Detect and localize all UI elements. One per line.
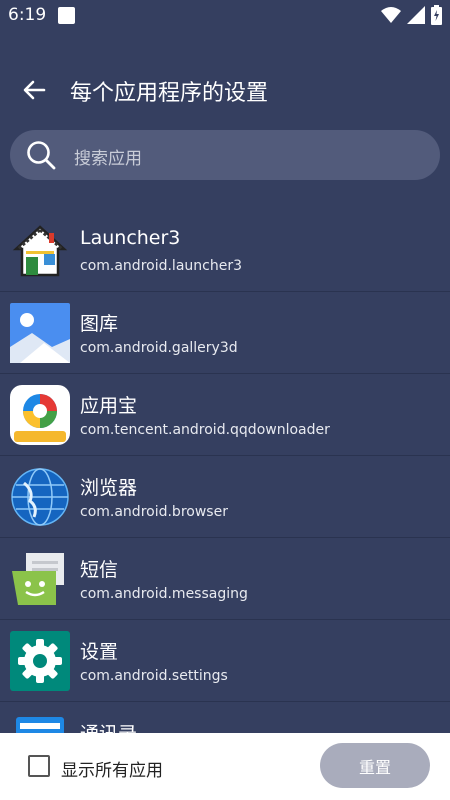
browser-globe-icon <box>11 468 69 526</box>
app-name: 设置 <box>80 641 119 663</box>
search-placeholder: 搜索应用 <box>74 149 142 169</box>
app-package: com.tencent.android.qqdownloader <box>80 422 330 438</box>
back-button[interactable] <box>18 74 50 106</box>
status-time: 6:19 <box>8 5 47 25</box>
app-row-browser[interactable]: 浏览器 com.android.browser <box>0 456 450 538</box>
app-row-messaging[interactable]: 短信 com.android.messaging <box>0 538 450 620</box>
app-package: com.android.gallery3d <box>80 340 238 356</box>
app-row-yingyongbao[interactable]: 应用宝 com.tencent.android.qqdownloader <box>0 374 450 456</box>
status-icons <box>381 5 442 25</box>
gallery-icon <box>10 303 70 363</box>
page-title: 每个应用程序的设置 <box>70 81 269 106</box>
app-row-launcher3[interactable]: Launcher3 com.android.launcher3 <box>0 210 450 292</box>
app-package: com.android.launcher3 <box>80 258 242 274</box>
app-package: com.android.settings <box>80 668 228 684</box>
app-name: 浏览器 <box>80 477 138 499</box>
arrow-back-icon <box>23 80 46 100</box>
search-input[interactable]: 搜索应用 <box>10 130 440 180</box>
app-package: com.android.messaging <box>80 586 248 602</box>
reset-button[interactable]: 重置 <box>320 743 430 788</box>
app-name: 短信 <box>80 559 119 581</box>
show-all-apps-label[interactable]: 显示所有应用 <box>61 756 163 781</box>
notification-icon <box>58 7 75 24</box>
app-package: com.android.browser <box>80 504 228 520</box>
status-bar: 6:19 <box>0 0 450 32</box>
app-name: Launcher3 <box>80 227 181 249</box>
contacts-icon <box>16 717 64 733</box>
app-name: 应用宝 <box>80 395 138 417</box>
wifi-icon <box>381 7 401 23</box>
app-store-icon <box>10 385 70 445</box>
app-name: 图库 <box>80 313 119 335</box>
cellular-signal-icon <box>407 6 425 24</box>
show-all-apps-checkbox[interactable] <box>28 755 50 777</box>
search-icon <box>27 141 56 170</box>
app-name: 通讯录 <box>80 719 137 733</box>
app-list[interactable]: Launcher3 com.android.launcher3 图库 com.a… <box>0 210 450 733</box>
app-row-contacts[interactable]: 通讯录 <box>0 702 450 733</box>
app-row-settings[interactable]: 设置 com.android.settings <box>0 620 450 702</box>
battery-charging-icon <box>431 5 442 25</box>
app-row-gallery[interactable]: 图库 com.android.gallery3d <box>0 292 450 374</box>
messaging-icon <box>12 553 64 605</box>
app-bar: 每个应用程序的设置 <box>0 60 450 120</box>
settings-gear-icon <box>10 631 70 691</box>
bottom-bar: 显示所有应用 重置 <box>0 733 450 800</box>
launcher-house-icon <box>12 225 68 277</box>
